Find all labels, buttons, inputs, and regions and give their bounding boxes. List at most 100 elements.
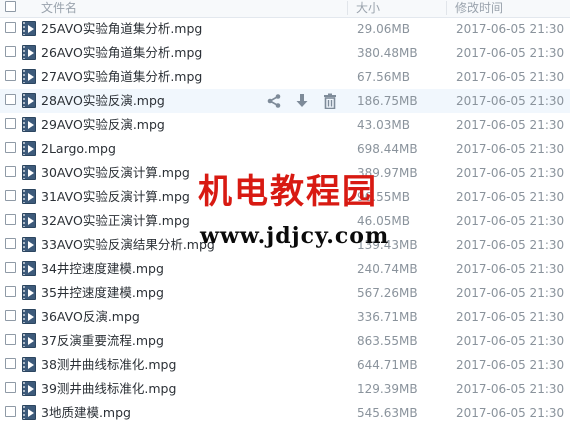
download-icon[interactable] xyxy=(294,93,310,109)
file-row[interactable]: 28AVO实验反演.mpg 186.75MB 2017-06-05 21:30 xyxy=(0,89,570,113)
column-header-name[interactable]: 文件名 xyxy=(41,0,77,16)
file-modified-time: 2017-06-05 21:30 xyxy=(456,286,565,300)
file-modified-time: 2017-06-05 21:30 xyxy=(456,22,565,36)
row-checkbox[interactable] xyxy=(5,70,16,81)
file-modified-time: 2017-06-05 21:30 xyxy=(456,406,565,420)
video-file-icon xyxy=(22,261,36,276)
row-checkbox[interactable] xyxy=(5,142,16,153)
file-row[interactable]: 37反演重要流程.mpg 863.55MB 2017-06-05 21:30 xyxy=(0,329,570,353)
file-size: 567.26MB xyxy=(357,286,418,300)
file-modified-time: 2017-06-05 21:30 xyxy=(456,142,565,156)
file-list-header: 文件名 大小 修改时间 xyxy=(0,0,570,18)
file-name-link[interactable]: 35井控速度建模.mpg xyxy=(41,281,164,305)
file-name-link[interactable]: 37反演重要流程.mpg xyxy=(41,329,164,353)
file-name-link[interactable]: 27AVO实验角道集分析.mpg xyxy=(41,65,202,89)
video-file-icon xyxy=(22,165,36,180)
watermark-title: 机电教程园 xyxy=(198,172,378,212)
video-file-icon xyxy=(22,93,36,108)
row-checkbox[interactable] xyxy=(5,118,16,129)
column-divider[interactable] xyxy=(446,1,447,15)
share-icon[interactable] xyxy=(266,93,282,109)
file-name-link[interactable]: 29AVO实验反演.mpg xyxy=(41,113,165,137)
row-checkbox[interactable] xyxy=(5,22,16,33)
file-row[interactable]: 35井控速度建模.mpg 567.26MB 2017-06-05 21:30 xyxy=(0,281,570,305)
file-modified-time: 2017-06-05 21:30 xyxy=(456,358,565,372)
video-file-icon xyxy=(22,117,36,132)
file-name-link[interactable]: 31AVO实验反演计算.mpg xyxy=(41,185,190,209)
row-checkbox[interactable] xyxy=(5,262,16,273)
video-file-icon xyxy=(22,285,36,300)
file-row[interactable]: 3地质建模.mpg 545.63MB 2017-06-05 21:30 xyxy=(0,401,570,425)
file-row[interactable]: 25AVO实验角道集分析.mpg 29.06MB 2017-06-05 21:30 xyxy=(0,17,570,41)
file-row[interactable]: 39测井曲线标准化.mpg 129.39MB 2017-06-05 21:30 xyxy=(0,377,570,401)
video-file-icon xyxy=(22,381,36,396)
file-size: 29.06MB xyxy=(357,22,410,36)
row-checkbox[interactable] xyxy=(5,382,16,393)
select-all-checkbox[interactable] xyxy=(5,1,16,12)
file-name-link[interactable]: 32AVO实验正演计算.mpg xyxy=(41,209,190,233)
row-checkbox[interactable] xyxy=(5,94,16,105)
file-name-link[interactable]: 28AVO实验反演.mpg xyxy=(41,89,165,113)
video-file-icon xyxy=(22,333,36,348)
file-modified-time: 2017-06-05 21:30 xyxy=(456,94,565,108)
file-name-link[interactable]: 26AVO实验角道集分析.mpg xyxy=(41,41,202,65)
row-checkbox[interactable] xyxy=(5,46,16,57)
row-checkbox[interactable] xyxy=(5,334,16,345)
video-file-icon xyxy=(22,309,36,324)
file-modified-time: 2017-06-05 21:30 xyxy=(456,262,565,276)
file-name-link[interactable]: 3地质建模.mpg xyxy=(41,401,131,425)
file-modified-time: 2017-06-05 21:30 xyxy=(456,46,565,60)
file-row[interactable]: 34井控速度建模.mpg 240.74MB 2017-06-05 21:30 xyxy=(0,257,570,281)
column-header-size[interactable]: 大小 xyxy=(356,0,380,16)
file-row[interactable]: 26AVO实验角道集分析.mpg 380.48MB 2017-06-05 21:30 xyxy=(0,41,570,65)
video-file-icon xyxy=(22,213,36,228)
row-checkbox[interactable] xyxy=(5,238,16,249)
row-checkbox[interactable] xyxy=(5,166,16,177)
file-modified-time: 2017-06-05 21:30 xyxy=(456,70,565,84)
video-file-icon xyxy=(22,69,36,84)
video-file-icon xyxy=(22,21,36,36)
row-checkbox[interactable] xyxy=(5,190,16,201)
file-modified-time: 2017-06-05 21:30 xyxy=(456,334,565,348)
row-checkbox[interactable] xyxy=(5,310,16,321)
column-divider[interactable] xyxy=(347,1,348,15)
file-name-link[interactable]: 30AVO实验反演计算.mpg xyxy=(41,161,190,185)
file-name-link[interactable]: 2Largo.mpg xyxy=(41,137,116,161)
file-name-link[interactable]: 25AVO实验角道集分析.mpg xyxy=(41,17,202,41)
file-size: 67.56MB xyxy=(357,70,410,84)
file-row[interactable]: 2Largo.mpg 698.44MB 2017-06-05 21:30 xyxy=(0,137,570,161)
file-size: 380.48MB xyxy=(357,46,418,60)
video-file-icon xyxy=(22,45,36,60)
file-size: 644.71MB xyxy=(357,358,418,372)
file-size: 545.63MB xyxy=(357,406,418,420)
file-modified-time: 2017-06-05 21:30 xyxy=(456,310,565,324)
file-row[interactable]: 29AVO实验反演.mpg 43.03MB 2017-06-05 21:30 xyxy=(0,113,570,137)
file-name-link[interactable]: 39测井曲线标准化.mpg xyxy=(41,377,176,401)
file-row[interactable]: 36AVO反演.mpg 336.71MB 2017-06-05 21:30 xyxy=(0,305,570,329)
file-name-link[interactable]: 38测井曲线标准化.mpg xyxy=(41,353,176,377)
file-row[interactable]: 38测井曲线标准化.mpg 644.71MB 2017-06-05 21:30 xyxy=(0,353,570,377)
file-row[interactable]: 27AVO实验角道集分析.mpg 67.56MB 2017-06-05 21:30 xyxy=(0,65,570,89)
trash-icon[interactable] xyxy=(322,93,338,109)
row-checkbox[interactable] xyxy=(5,214,16,225)
file-modified-time: 2017-06-05 21:30 xyxy=(456,118,565,132)
video-file-icon xyxy=(22,237,36,252)
file-modified-time: 2017-06-05 21:30 xyxy=(456,214,565,228)
row-checkbox[interactable] xyxy=(5,406,16,417)
video-file-icon xyxy=(22,189,36,204)
video-file-icon xyxy=(22,405,36,420)
file-size: 129.39MB xyxy=(357,382,418,396)
row-checkbox[interactable] xyxy=(5,358,16,369)
file-size: 336.71MB xyxy=(357,310,418,324)
file-modified-time: 2017-06-05 21:30 xyxy=(456,190,565,204)
watermark-url: www.jdjcy.com xyxy=(200,223,390,249)
file-size: 240.74MB xyxy=(357,262,418,276)
video-file-icon xyxy=(22,357,36,372)
row-checkbox[interactable] xyxy=(5,286,16,297)
file-name-link[interactable]: 33AVO实验反演结果分析.mpg xyxy=(41,233,215,257)
file-size: 186.75MB xyxy=(357,94,418,108)
column-header-modified-time[interactable]: 修改时间 xyxy=(455,0,503,16)
file-modified-time: 2017-06-05 21:30 xyxy=(456,238,565,252)
file-name-link[interactable]: 36AVO反演.mpg xyxy=(41,305,140,329)
file-name-link[interactable]: 34井控速度建模.mpg xyxy=(41,257,164,281)
